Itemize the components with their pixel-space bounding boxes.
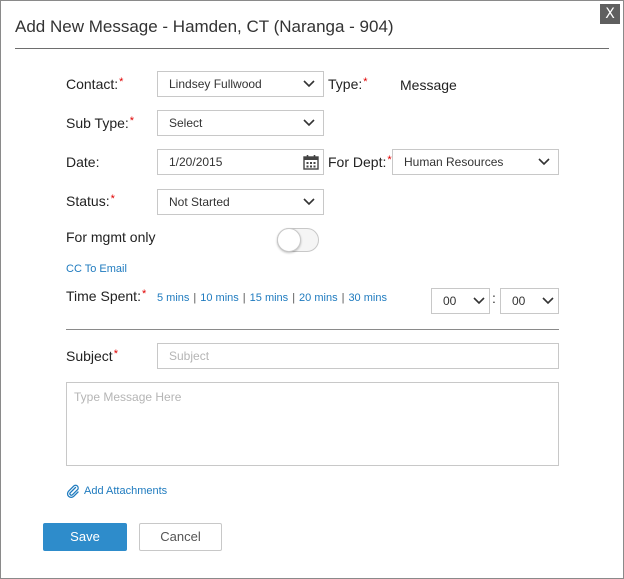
status-select[interactable]: Not Started — [157, 189, 324, 215]
title-divider — [15, 48, 609, 49]
type-label-text: Type: — [328, 76, 363, 92]
sub-type-select[interactable]: Select — [157, 110, 324, 136]
subject-input[interactable]: Subject — [157, 343, 559, 369]
required-mark: * — [113, 348, 118, 360]
time-preset-15[interactable]: 15 mins — [250, 292, 289, 304]
type-label: Type:* — [328, 76, 368, 92]
time-preset-5[interactable]: 5 mins — [157, 292, 189, 304]
dialog-title: Add New Message - Hamden, CT (Naranga - … — [15, 17, 394, 36]
subject-label: Subject* — [66, 348, 118, 364]
chevron-down-icon — [303, 198, 315, 206]
time-separator: : — [492, 290, 496, 306]
save-button[interactable]: Save — [43, 523, 127, 551]
add-message-dialog: X Add New Message - Hamden, CT (Naranga … — [0, 0, 624, 579]
time-preset-links: 5 mins | 10 mins | 15 mins | 20 mins | 30 mins — [157, 292, 387, 304]
status-label-text: Status: — [66, 193, 110, 209]
chevron-down-icon — [542, 297, 554, 305]
required-mark: * — [129, 115, 135, 127]
time-spent-label: Time Spent:* — [66, 288, 146, 304]
for-dept-label-text: For Dept: — [328, 154, 387, 170]
close-button[interactable]: X — [600, 4, 620, 24]
required-mark: * — [110, 193, 115, 205]
time-preset-30[interactable]: 30 mins — [348, 292, 387, 304]
cancel-button[interactable]: Cancel — [139, 523, 222, 551]
sub-type-label: Sub Type:* — [66, 115, 134, 131]
paperclip-icon — [66, 484, 79, 498]
for-dept-label: For Dept:* — [328, 154, 392, 170]
type-value: Message — [400, 77, 457, 93]
time-spent-label-text: Time Spent: — [66, 288, 141, 304]
hours-select-value: 00 — [443, 294, 457, 308]
chevron-down-icon — [473, 297, 485, 305]
sub-type-select-value: Select — [169, 116, 203, 130]
date-input[interactable]: 1/20/2015 — [157, 149, 324, 175]
status-label: Status:* — [66, 193, 115, 209]
contact-select-value: Lindsey Fullwood — [169, 77, 262, 91]
required-mark: * — [141, 288, 147, 300]
sub-type-label-text: Sub Type: — [66, 115, 129, 131]
contact-label-text: Contact: — [66, 76, 119, 92]
message-placeholder: Type Message Here — [74, 390, 182, 404]
subject-label-text: Subject — [66, 348, 113, 364]
hours-select[interactable]: 00 — [431, 288, 490, 314]
chevron-down-icon — [303, 80, 315, 88]
contact-label: Contact:* — [66, 76, 123, 92]
required-mark: * — [119, 76, 124, 88]
chevron-down-icon — [303, 119, 315, 127]
toggle-knob — [277, 228, 301, 252]
required-mark: * — [387, 154, 392, 166]
date-label: Date: — [66, 154, 100, 170]
required-mark: * — [363, 76, 368, 88]
for-dept-select-value: Human Resources — [404, 155, 504, 169]
time-preset-10[interactable]: 10 mins — [200, 292, 239, 304]
subject-placeholder: Subject — [169, 349, 210, 363]
mgmt-only-label: For mgmt only — [66, 229, 156, 245]
minutes-select-value: 00 — [512, 294, 526, 308]
mgmt-only-toggle[interactable] — [277, 228, 319, 252]
cc-to-email-link[interactable]: CC To Email — [66, 263, 127, 275]
time-preset-20[interactable]: 20 mins — [299, 292, 338, 304]
minutes-select[interactable]: 00 — [500, 288, 559, 314]
add-attachments-link[interactable]: Add Attachments — [66, 484, 167, 498]
contact-select[interactable]: Lindsey Fullwood — [157, 71, 324, 97]
separator: | — [341, 292, 345, 304]
status-select-value: Not Started — [169, 195, 230, 209]
separator: | — [193, 292, 197, 304]
separator: | — [292, 292, 296, 304]
chevron-down-icon — [538, 158, 550, 166]
message-textarea[interactable]: Type Message Here — [66, 382, 559, 466]
for-dept-select[interactable]: Human Resources — [392, 149, 559, 175]
add-attachments-text: Add Attachments — [84, 484, 168, 497]
date-input-value: 1/20/2015 — [169, 155, 223, 169]
section-divider — [66, 329, 559, 330]
separator: | — [242, 292, 246, 304]
calendar-icon[interactable] — [303, 154, 319, 170]
